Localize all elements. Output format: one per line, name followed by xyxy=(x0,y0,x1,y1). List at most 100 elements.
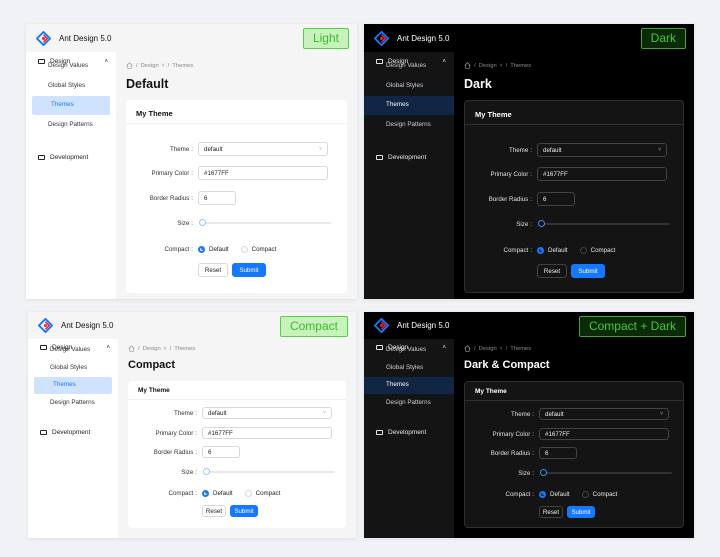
border-radius-input[interactable]: 6 xyxy=(202,446,240,458)
menu-group-development[interactable]: Development xyxy=(26,148,116,168)
border-radius-input[interactable]: 6 xyxy=(539,447,577,459)
sidebar-item-design-patterns[interactable]: Design Patterns xyxy=(26,116,116,135)
home-icon[interactable] xyxy=(126,62,133,69)
size-slider[interactable] xyxy=(540,469,672,476)
primary-color-input[interactable]: #1677FF xyxy=(202,427,332,439)
ant-design-logo-icon[interactable] xyxy=(374,318,389,333)
reset-button[interactable]: Reset xyxy=(202,505,226,517)
field-value: #1677FF xyxy=(543,170,568,178)
home-icon[interactable] xyxy=(128,345,135,352)
radio-compact[interactable]: Compact xyxy=(581,490,617,498)
radio-default[interactable]: Default xyxy=(539,490,570,498)
home-icon[interactable] xyxy=(464,345,471,352)
home-icon[interactable] xyxy=(464,62,471,69)
slider-handle[interactable] xyxy=(199,219,206,226)
theme-select[interactable]: default ˅ xyxy=(202,407,332,419)
menu-group-development[interactable]: Development xyxy=(28,424,118,442)
sidebar-item-global-styles[interactable]: Global Styles xyxy=(28,360,118,377)
page-title: Default xyxy=(126,77,169,91)
label-text: Theme xyxy=(174,409,194,417)
chevron-down-icon: ˅ xyxy=(658,147,661,153)
radio-label: Default xyxy=(209,245,229,253)
label-colon: : xyxy=(191,219,193,227)
sidebar-item-global-styles[interactable]: Global Styles xyxy=(364,360,454,377)
radio-checked-icon xyxy=(198,245,205,253)
chevron-down-icon: ˅ xyxy=(660,411,663,417)
ant-design-logo-icon[interactable] xyxy=(36,30,51,46)
radio-unchecked-icon xyxy=(244,489,252,497)
breadcrumb-design[interactable]: Design xyxy=(141,63,159,69)
chevron-down-icon: ˅ xyxy=(161,62,165,69)
radio-label: Default xyxy=(548,246,568,254)
submit-button[interactable]: Submit xyxy=(567,506,595,518)
size-label: Size: xyxy=(128,469,202,476)
sidebar-item-themes[interactable]: Themes xyxy=(34,377,112,394)
breadcrumb-design[interactable]: Design xyxy=(479,346,497,352)
sidebar-item-themes[interactable]: Themes xyxy=(32,96,110,115)
theme-label: Theme: xyxy=(465,147,537,154)
menu-group-label: Development xyxy=(388,429,427,437)
radio-compact[interactable]: Compact xyxy=(240,245,276,253)
sidebar-item-themes[interactable]: Themes xyxy=(364,377,454,394)
radio-compact[interactable]: Compact xyxy=(244,489,280,497)
breadcrumb-design[interactable]: Design xyxy=(479,63,497,69)
reset-button[interactable]: Reset xyxy=(539,506,563,518)
primary-color-input[interactable]: #1677FF xyxy=(539,428,669,440)
border-radius-input[interactable]: 6 xyxy=(198,191,236,205)
form-actions: Reset Submit xyxy=(126,263,347,277)
sidebar-item-design-patterns[interactable]: Design Patterns xyxy=(364,395,454,412)
slider-handle[interactable] xyxy=(203,468,210,475)
theme-select[interactable]: default ˅ xyxy=(537,143,667,157)
submit-button[interactable]: Submit xyxy=(230,505,258,517)
slider-handle[interactable] xyxy=(540,469,547,476)
size-label: Size: xyxy=(126,220,198,227)
form-actions: Reset Submit xyxy=(128,505,346,517)
ant-design-logo-icon[interactable] xyxy=(38,318,53,333)
sidebar-item-design-values[interactable]: Design Values xyxy=(28,342,118,359)
folder-icon xyxy=(376,430,383,436)
submit-button[interactable]: Submit xyxy=(571,264,605,278)
sidebar-item-design-patterns[interactable]: Design Patterns xyxy=(364,116,454,135)
app-title: Ant Design 5.0 xyxy=(61,321,114,330)
ant-design-logo-icon[interactable] xyxy=(374,30,389,46)
sidebar-item-design-values[interactable]: Design Values xyxy=(26,57,116,76)
radio-default[interactable]: Default xyxy=(537,246,568,254)
theme-select[interactable]: default ˅ xyxy=(198,142,328,156)
primary-color-input[interactable]: #1677FF xyxy=(537,167,667,181)
radio-compact[interactable]: Compact xyxy=(579,246,615,254)
label-colon: : xyxy=(530,170,532,178)
primary-color-input[interactable]: #1677FF xyxy=(198,166,328,180)
slider-handle[interactable] xyxy=(538,220,545,227)
menu-group-development[interactable]: Development xyxy=(364,424,454,442)
theme-select[interactable]: default ˅ xyxy=(539,408,669,420)
label-text: Primary Color xyxy=(490,170,529,178)
submit-button[interactable]: Submit xyxy=(232,263,266,277)
folder-icon xyxy=(40,430,47,436)
sidebar-item-design-patterns[interactable]: Design Patterns xyxy=(28,395,118,412)
breadcrumb-design[interactable]: Design xyxy=(143,346,161,352)
sidebar-item-global-styles[interactable]: Global Styles xyxy=(26,77,116,96)
menu-group-development[interactable]: Development xyxy=(364,148,454,168)
label-text: Compact xyxy=(168,489,194,497)
radio-default[interactable]: Default xyxy=(198,245,229,253)
breadcrumb-separator: / xyxy=(138,345,140,352)
menu-group-label: Development xyxy=(50,154,89,162)
sidebar-item-global-styles[interactable]: Global Styles xyxy=(364,77,454,96)
label-text: Size xyxy=(516,220,529,228)
sidebar-item-themes[interactable]: Themes xyxy=(364,96,454,115)
size-slider[interactable] xyxy=(199,219,331,226)
border-radius-input[interactable]: 6 xyxy=(537,192,575,206)
size-slider[interactable] xyxy=(203,468,335,475)
sidebar-item-design-values[interactable]: Design Values xyxy=(364,57,454,76)
form-row-size: Size: xyxy=(465,217,683,231)
primary-color-label: Primary Color: xyxy=(128,430,202,437)
reset-button[interactable]: Reset xyxy=(537,264,567,278)
form-row-size: Size: xyxy=(128,466,346,478)
sidebar-item-design-values[interactable]: Design Values xyxy=(364,342,454,359)
size-slider[interactable] xyxy=(538,220,670,227)
reset-button[interactable]: Reset xyxy=(198,263,228,277)
label-colon: : xyxy=(195,468,197,476)
app-header: Ant Design 5.0 Compact xyxy=(28,312,356,339)
theme-form-card: My Theme Theme: default ˅ Primary Color: #167… xyxy=(464,381,684,528)
radio-default[interactable]: Default xyxy=(202,489,233,497)
